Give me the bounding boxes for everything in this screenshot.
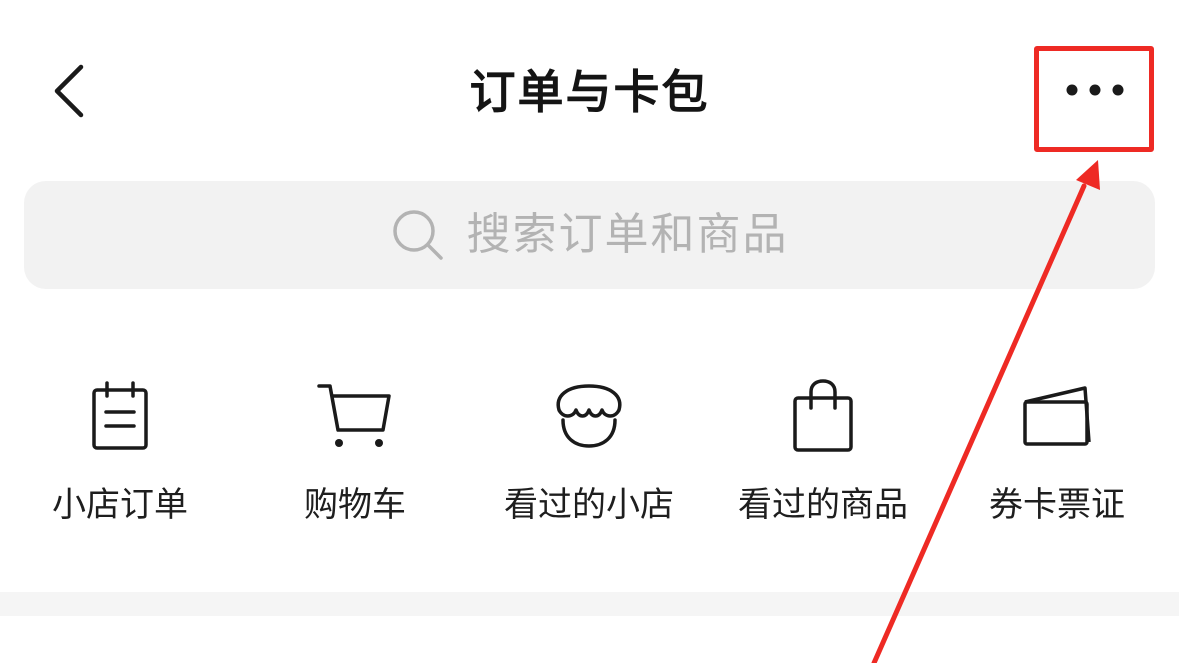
shortcut-label: 小店订单 — [52, 485, 188, 525]
shortcut-coupons-tickets[interactable]: 券卡票证 — [952, 370, 1162, 540]
order-and-card-wallet-screen: 订单与卡包 搜索订单和商品 小店订单 购物车 看过的小店 看过的商品 券卡票证 — [0, 0, 1179, 663]
shortcut-label: 看过的小店 — [504, 485, 674, 525]
clipboard-list-icon — [78, 374, 162, 458]
shortcut-viewed-products[interactable]: 看过的商品 — [718, 370, 928, 540]
navigation-bar: 订单与卡包 — [0, 0, 1179, 160]
shortcut-label: 看过的商品 — [738, 485, 908, 525]
search-field: 搜索订单和商品 — [391, 205, 789, 265]
shortcut-cart[interactable]: 购物车 — [250, 370, 460, 540]
shortcut-grid: 小店订单 购物车 看过的小店 看过的商品 券卡票证 — [0, 370, 1179, 540]
shopping-bag-icon — [781, 374, 865, 458]
search-icon — [391, 208, 445, 262]
more-horizontal-icon — [1065, 82, 1125, 101]
shortcut-viewed-shops[interactable]: 看过的小店 — [484, 370, 694, 540]
shortcut-label: 券卡票证 — [989, 485, 1125, 525]
more-button[interactable] — [1045, 58, 1145, 124]
ticket-card-icon — [1015, 374, 1099, 458]
search-placeholder: 搜索订单和商品 — [466, 209, 789, 260]
shop-awning-icon — [547, 374, 631, 458]
page-title: 订单与卡包 — [469, 65, 710, 119]
shortcut-shop-orders[interactable]: 小店订单 — [15, 370, 225, 540]
shopping-cart-icon — [313, 374, 397, 458]
section-divider — [0, 592, 1179, 616]
search-bar[interactable]: 搜索订单和商品 — [24, 181, 1155, 289]
shortcut-label: 购物车 — [304, 485, 406, 525]
